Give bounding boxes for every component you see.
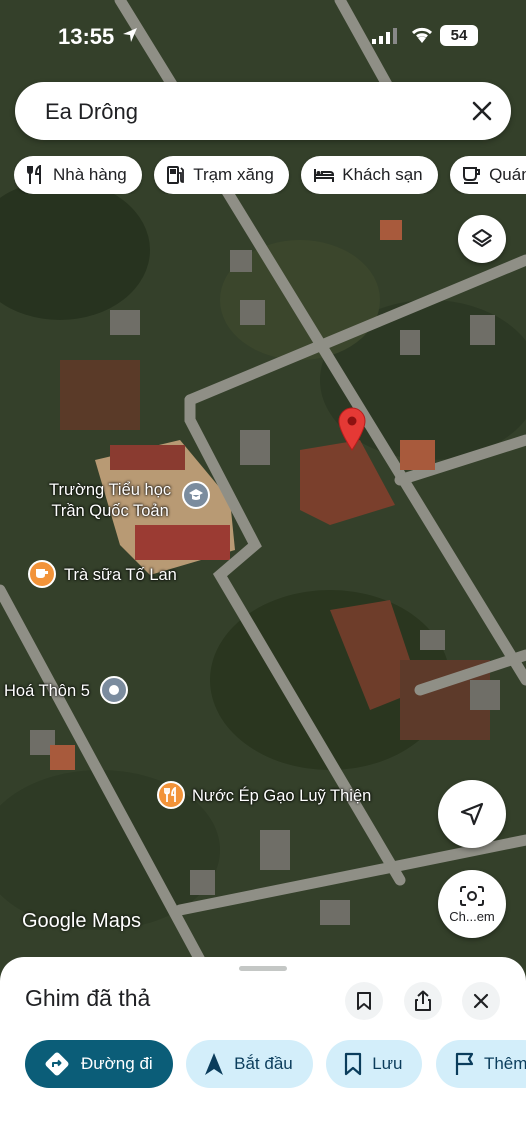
cafe-poi-icon[interactable] bbox=[28, 560, 56, 588]
close-sheet-button[interactable] bbox=[462, 982, 500, 1020]
share-button[interactable] bbox=[404, 982, 442, 1020]
lens-button[interactable]: Ch...em bbox=[438, 870, 506, 938]
my-location-button[interactable] bbox=[438, 780, 506, 848]
flag-icon bbox=[455, 1052, 474, 1075]
directions-label: Đường đi bbox=[81, 1054, 153, 1073]
wifi-icon bbox=[410, 26, 434, 49]
save-bookmark-button[interactable] bbox=[345, 982, 383, 1020]
status-bar: 13:55 54 bbox=[0, 0, 526, 70]
bookmark-icon bbox=[345, 1052, 362, 1076]
chip-label: Quán bbox=[489, 165, 526, 184]
restaurant-poi-icon[interactable] bbox=[157, 781, 185, 809]
layers-button[interactable] bbox=[458, 215, 506, 263]
battery-indicator: 54 bbox=[440, 25, 478, 46]
chip-label: Nhà hàng bbox=[53, 165, 127, 184]
tea-shop-label[interactable]: Trà sữa Tố Lan bbox=[64, 565, 177, 586]
chip-label: Khách sạn bbox=[342, 165, 423, 184]
save-button[interactable]: Lưu bbox=[326, 1040, 423, 1088]
village-label[interactable]: Hoá Thôn 5 bbox=[4, 681, 90, 702]
action-buttons: Đường đi Bắt đầu Lưu Thêm bbox=[25, 1040, 526, 1088]
directions-button[interactable]: Đường đi bbox=[25, 1040, 173, 1088]
sheet-title: Ghim đã thả bbox=[25, 985, 151, 1011]
search-bar[interactable]: Ea Drông bbox=[15, 82, 511, 140]
more-button[interactable]: Thêm bbox=[435, 1040, 526, 1088]
bookmark-icon bbox=[357, 992, 371, 1010]
chip-gas-station[interactable]: Trạm xăng bbox=[154, 156, 289, 194]
google-maps-logo: Google Maps bbox=[22, 910, 141, 932]
chip-cafe[interactable]: Quán bbox=[450, 156, 526, 194]
start-button[interactable]: Bắt đầu bbox=[186, 1040, 313, 1088]
category-chips: Nhà hàng Trạm xăng Khách sạn Quán bbox=[14, 156, 526, 194]
directions-icon bbox=[45, 1052, 69, 1076]
school-label[interactable]: Trường Tiểu học Trần Quốc Toản bbox=[49, 480, 171, 522]
share-icon bbox=[415, 990, 431, 1011]
navigation-arrow-icon bbox=[460, 802, 484, 826]
status-time: 13:55 bbox=[58, 24, 115, 49]
hotel-icon bbox=[314, 169, 335, 182]
place-sheet[interactable]: Ghim đã thả Đường đi Bắt đầu Lưu Thêm bbox=[0, 957, 526, 1140]
chip-label: Trạm xăng bbox=[193, 165, 274, 184]
chip-hotel[interactable]: Khách sạn bbox=[301, 156, 438, 194]
close-icon bbox=[473, 993, 489, 1009]
cellular-signal-icon bbox=[372, 28, 398, 49]
save-label: Lưu bbox=[372, 1054, 403, 1073]
start-label: Bắt đầu bbox=[234, 1054, 293, 1073]
dropped-pin-icon[interactable] bbox=[336, 405, 368, 451]
camera-search-icon bbox=[460, 885, 484, 906]
cafe-icon bbox=[463, 167, 481, 184]
location-arrow-icon bbox=[122, 27, 138, 48]
more-label: Thêm bbox=[483, 1054, 526, 1073]
close-icon[interactable] bbox=[469, 98, 495, 124]
layers-icon bbox=[472, 229, 492, 247]
school-icon[interactable] bbox=[182, 481, 210, 509]
sheet-drag-handle[interactable] bbox=[239, 966, 287, 971]
place-marker-icon[interactable] bbox=[100, 676, 128, 704]
juice-shop-label[interactable]: Nước Ép Gạo Luỹ Thiện bbox=[192, 786, 371, 807]
gas-station-icon bbox=[167, 166, 185, 184]
navigation-icon bbox=[205, 1053, 224, 1075]
restaurant-icon bbox=[27, 165, 41, 184]
lens-label: Ch...em bbox=[449, 908, 495, 924]
chip-restaurant[interactable]: Nhà hàng bbox=[14, 156, 142, 194]
search-query[interactable]: Ea Drông bbox=[45, 99, 138, 125]
